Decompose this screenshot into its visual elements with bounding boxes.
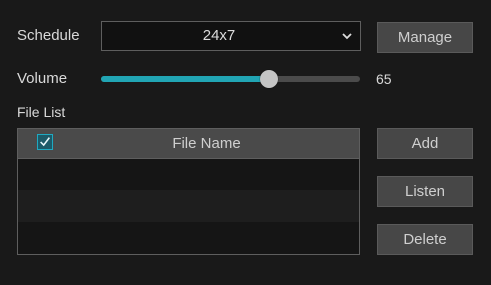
table-row[interactable]: [18, 158, 359, 190]
manage-button-label: Manage: [397, 29, 453, 46]
manage-button[interactable]: Manage: [377, 22, 473, 53]
schedule-selected-value: 24x7: [202, 27, 236, 44]
add-button[interactable]: Add: [377, 128, 473, 159]
chevron-down-icon: [342, 33, 352, 40]
volume-slider-fill: [101, 76, 270, 82]
file-name-column-header: File Name: [172, 135, 241, 152]
delete-button[interactable]: Delete: [377, 224, 473, 255]
add-button-label: Add: [411, 135, 439, 152]
file-list-label: File List: [17, 104, 66, 120]
table-row[interactable]: [18, 190, 359, 222]
volume-value: 65: [376, 71, 392, 87]
table-row[interactable]: [18, 222, 359, 254]
delete-button-label: Delete: [403, 231, 447, 248]
volume-label: Volume: [17, 70, 68, 87]
schedule-select[interactable]: 24x7: [101, 21, 361, 51]
listen-button[interactable]: Listen: [377, 176, 473, 207]
file-list-header: File Name: [18, 129, 359, 159]
volume-slider-thumb[interactable]: [260, 70, 279, 88]
volume-slider-track[interactable]: [101, 76, 360, 82]
file-list-table: File Name: [17, 128, 360, 255]
listen-button-label: Listen: [404, 183, 446, 200]
schedule-label: Schedule: [17, 27, 80, 44]
